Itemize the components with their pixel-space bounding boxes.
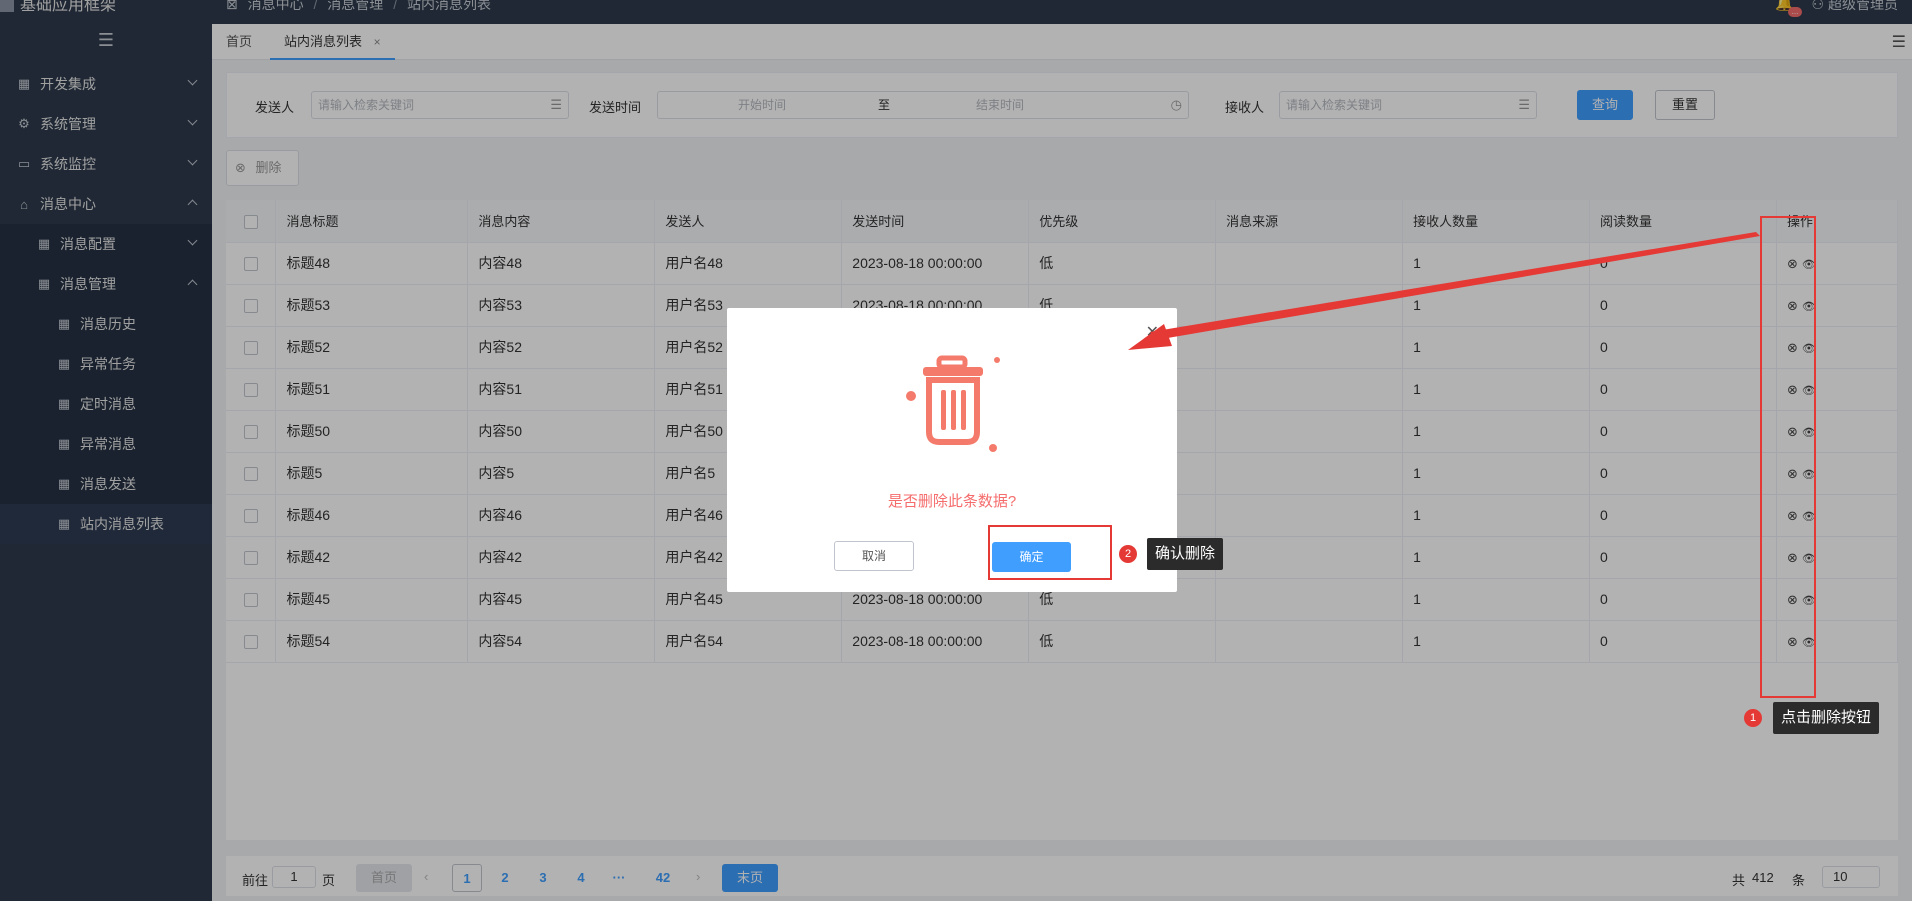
annotation-step-number: 2 xyxy=(1119,545,1137,563)
annotation-step-number: 1 xyxy=(1744,709,1762,727)
annotation-arrow xyxy=(1128,232,1760,350)
annotation-tooltip: 点击删除按钮 xyxy=(1773,702,1880,734)
annotation-highlight-box xyxy=(1760,216,1816,698)
annotation-tooltip: 确认删除 xyxy=(1147,538,1224,570)
annotation-highlight-box xyxy=(988,525,1112,580)
dialog-message: 是否删除此条数据? xyxy=(887,493,1017,510)
trash-icon xyxy=(906,355,1000,452)
cancel-button[interactable]: 取消 xyxy=(834,541,914,571)
